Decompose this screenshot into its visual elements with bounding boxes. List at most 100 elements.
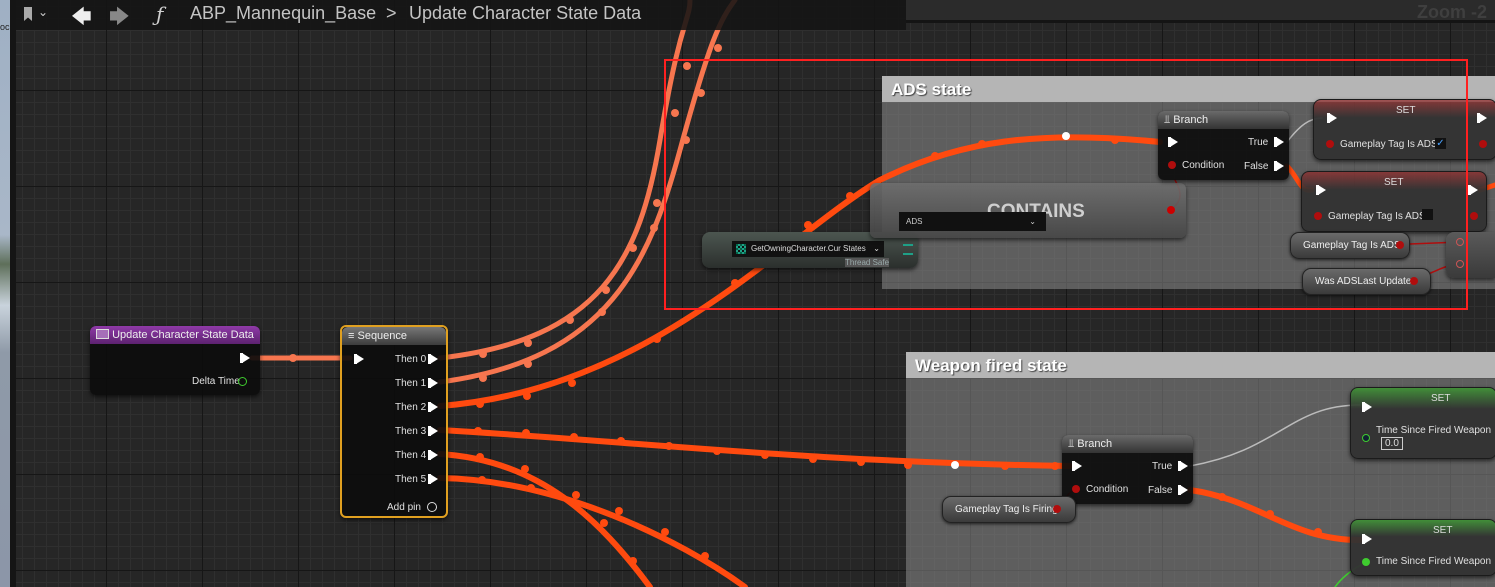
wire-knot xyxy=(1051,462,1059,470)
wire-knot xyxy=(1218,493,1226,501)
wire-knot xyxy=(566,316,574,324)
wire-knot xyxy=(570,433,578,441)
then-4-label: Then 4 xyxy=(395,450,427,461)
var-label: Time Since Fired Weapon xyxy=(1376,556,1492,567)
get-gameplay-tag-is-firing[interactable]: Gameplay Tag Is Firing xyxy=(942,496,1076,523)
then-1-label: Then 1 xyxy=(395,378,427,389)
reroute-knot xyxy=(951,461,959,469)
fired-branch-node[interactable]: ⫫ Branch True Condition False xyxy=(1062,435,1193,504)
sequence-node[interactable]: ≡ Sequence Then 0 Then 1 Then 2 Then 3 T… xyxy=(340,325,448,518)
then-2-pin[interactable] xyxy=(428,402,438,412)
var-label: Gameplay Tag Is Firing xyxy=(955,504,1058,515)
wire-knot xyxy=(701,552,709,560)
float-in-pin[interactable] xyxy=(1362,558,1370,566)
float-value-field[interactable]: 0.0 xyxy=(1381,437,1403,450)
wire-knot xyxy=(761,451,769,459)
wire-then0 xyxy=(437,0,693,361)
add-pin-label[interactable]: Add pin xyxy=(387,502,421,513)
then-5-label: Then 5 xyxy=(395,474,427,485)
wire-knot xyxy=(904,461,912,469)
exec-out-pin[interactable] xyxy=(1477,113,1487,123)
set-time-since-fired-1[interactable]: SET Time Since Fired Weapon 0.0 xyxy=(1350,387,1495,459)
wire-knot xyxy=(650,224,658,232)
wire-knot xyxy=(479,350,487,358)
wire-then5 xyxy=(437,475,748,587)
wire-knot xyxy=(665,442,673,450)
float-out-pin[interactable] xyxy=(238,377,247,386)
branch-icon: ⫫ xyxy=(1068,438,1075,450)
then-3-pin[interactable] xyxy=(428,426,438,436)
condition-label: Condition xyxy=(1086,484,1129,495)
false-label: False xyxy=(1148,485,1173,496)
exec-in-pin[interactable] xyxy=(1362,534,1372,544)
wire-fired-false xyxy=(1187,487,1363,543)
then-2-label: Then 2 xyxy=(395,402,427,413)
exec-in-pin[interactable] xyxy=(354,354,364,364)
wire-fired-true xyxy=(1189,404,1361,467)
sequence-icon: ≡ xyxy=(348,330,355,342)
entry-title: Update Character State Data xyxy=(112,329,254,341)
wire-knot xyxy=(479,374,487,382)
exec-out-pin[interactable] xyxy=(1468,185,1478,195)
bool-out-pin[interactable] xyxy=(1470,212,1478,220)
wire-knot xyxy=(615,507,623,515)
condition-pin[interactable] xyxy=(1072,485,1080,493)
wire-knot xyxy=(629,557,637,565)
wire-knot xyxy=(289,354,297,362)
bookmark-icon[interactable] xyxy=(24,7,32,21)
true-label: True xyxy=(1152,461,1173,472)
branch-title: Branch xyxy=(1077,438,1113,450)
wire-knot xyxy=(572,491,580,499)
wire-knot xyxy=(527,484,535,492)
function-entry-icon xyxy=(96,329,109,339)
exec-out-pin[interactable] xyxy=(240,353,250,363)
wire-knot xyxy=(523,392,531,400)
wire-knot xyxy=(602,286,610,294)
arrow-right-icon[interactable]: 🡆 xyxy=(109,2,130,36)
wire-knot xyxy=(522,429,530,437)
wire-knot xyxy=(474,427,482,435)
set-time-since-fired-2[interactable]: SET Time Since Fired Weapon xyxy=(1350,519,1495,576)
true-exec-pin[interactable] xyxy=(1178,461,1188,471)
var-label: Time Since Fired Weapon xyxy=(1376,425,1492,436)
bool-out-pin[interactable] xyxy=(1053,505,1061,513)
wire-knot xyxy=(524,339,532,347)
then-1-pin[interactable] xyxy=(428,378,438,388)
wire-knot xyxy=(1266,510,1274,518)
breadcrumb-function[interactable]: Update Character State Data xyxy=(409,3,641,24)
arrow-left-icon[interactable]: 🡄 xyxy=(71,2,92,36)
wire-knot xyxy=(568,379,576,387)
wire-knot xyxy=(524,360,532,368)
entry-header: Update Character State Data xyxy=(90,326,260,344)
wire-knot xyxy=(600,519,608,527)
wire-knot xyxy=(661,528,669,536)
then-3-label: Then 3 xyxy=(395,426,427,437)
false-exec-pin[interactable] xyxy=(1178,485,1188,495)
breadcrumb-separator: > xyxy=(386,3,397,23)
wire-knot xyxy=(809,455,817,463)
then-0-pin[interactable] xyxy=(428,354,438,364)
float-in-pin[interactable] xyxy=(1362,434,1370,442)
bool-out-pin[interactable] xyxy=(1479,140,1487,148)
branch-header: ⫫ Branch xyxy=(1062,435,1193,453)
wire-knot xyxy=(653,199,661,207)
add-pin-icon[interactable] xyxy=(427,502,437,512)
wire-knot xyxy=(478,476,486,484)
delta-time-label: Delta Time xyxy=(192,376,240,387)
exec-in-pin[interactable] xyxy=(1072,461,1082,471)
function-entry-node[interactable]: Update Character State Data Delta Time xyxy=(90,326,260,395)
then-4-pin[interactable] xyxy=(428,450,438,460)
wire-knot xyxy=(1001,462,1009,470)
wire-then3 xyxy=(437,427,1073,469)
wire-knot xyxy=(713,447,721,455)
breadcrumb-blueprint[interactable]: ABP_Mannequin_Base xyxy=(190,3,376,24)
wire-knot xyxy=(857,458,865,466)
then-5-pin[interactable] xyxy=(428,474,438,484)
wire-knot xyxy=(476,400,484,408)
then-0-label: Then 0 xyxy=(395,354,427,365)
sequence-header: ≡ Sequence xyxy=(342,327,446,345)
wire-knot xyxy=(598,308,606,316)
set-title: SET xyxy=(1433,525,1453,536)
chevron-down-icon[interactable]: ⌄ xyxy=(38,5,48,19)
exec-in-pin[interactable] xyxy=(1362,402,1372,412)
